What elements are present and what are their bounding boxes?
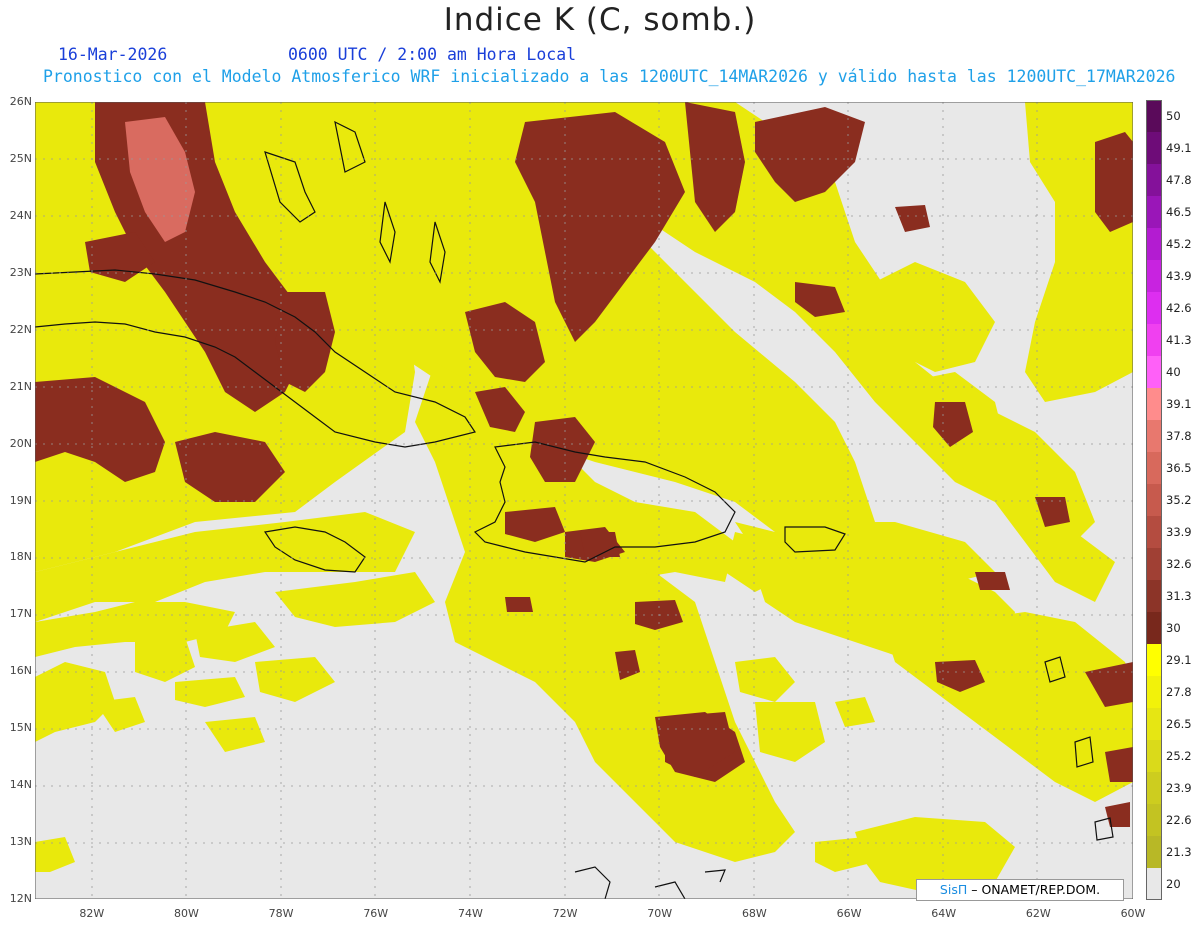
colorbar-level-label: 41.3 <box>1166 333 1192 347</box>
colorbar-level-label: 27.8 <box>1166 685 1192 699</box>
colorbar-level-label: 23.9 <box>1166 781 1192 795</box>
lat-label: 12N <box>9 892 32 905</box>
lon-label: 66W <box>836 907 862 920</box>
colorbar-level-label: 36.5 <box>1166 461 1192 475</box>
colorbar-level-label: 46.5 <box>1166 205 1192 219</box>
lon-label: 72W <box>552 907 578 920</box>
colorbar-swatch <box>1146 100 1162 133</box>
credit-org: – ONAMET/REP.DOM. <box>971 882 1101 897</box>
sispi-logo: SisΠ <box>939 882 968 897</box>
lat-label: 19N <box>9 493 32 507</box>
lat-label: 16N <box>9 664 32 678</box>
colorbar-swatch <box>1146 740 1162 773</box>
lon-label: 82W <box>79 907 105 920</box>
colorbar-swatch <box>1146 484 1162 517</box>
map-title: Indice K (C, somb.) <box>443 2 757 38</box>
lon-label: 70W <box>647 907 673 920</box>
colorbar-swatch <box>1146 708 1162 741</box>
lat-label: 21N <box>9 379 32 393</box>
colorbar-swatch <box>1146 516 1162 549</box>
colorbar-swatch <box>1146 868 1162 900</box>
colorbar-level-label: 50 <box>1166 109 1181 123</box>
colorbar-level-label: 49.1 <box>1166 141 1192 155</box>
colorbar-level-label: 40 <box>1166 365 1181 379</box>
colorbar-level-label: 42.6 <box>1166 301 1192 315</box>
colorbar-level-label: 20 <box>1166 877 1181 891</box>
colorbar-level-label: 35.2 <box>1166 493 1192 507</box>
credit-box: SisΠ – ONAMET/REP.DOM. <box>916 879 1124 901</box>
colorbar-swatch <box>1146 676 1162 709</box>
colorbar-swatch <box>1146 836 1162 869</box>
colorbar-level-label: 26.5 <box>1166 717 1192 731</box>
lon-label: 68W <box>741 907 767 920</box>
lon-label: 76W <box>363 907 389 920</box>
colorbar-level-label: 39.1 <box>1166 397 1192 411</box>
forecast-time: 0600 UTC / 2:00 am Hora Local <box>288 45 577 64</box>
lat-label: 15N <box>9 721 32 735</box>
colorbar-swatch <box>1146 292 1162 325</box>
colorbar-swatch <box>1146 260 1162 293</box>
lat-label: 18N <box>9 550 32 564</box>
colorbar-level-label: 31.3 <box>1166 589 1192 603</box>
lat-label: 20N <box>9 436 32 450</box>
colorbar-swatch <box>1146 612 1162 645</box>
colorbar-level-label: 29.1 <box>1166 653 1192 667</box>
colorbar-swatch <box>1146 644 1162 677</box>
lat-label: 23N <box>9 265 32 279</box>
colorbar-level-label: 21.3 <box>1166 845 1192 859</box>
lon-label: 78W <box>268 907 294 920</box>
lon-label: 64W <box>931 907 957 920</box>
colorbar-level-label: 33.9 <box>1166 525 1192 539</box>
colorbar-swatch <box>1146 356 1162 389</box>
colorbar-level-label: 30 <box>1166 621 1181 635</box>
lon-label: 74W <box>457 907 483 920</box>
colorbar-swatch <box>1146 388 1162 421</box>
lat-label: 25N <box>9 151 32 165</box>
colorbar-level-label: 32.6 <box>1166 557 1192 571</box>
colorbar-swatch <box>1146 772 1162 805</box>
forecast-description: Pronostico con el Modelo Atmosferico WRF… <box>43 67 1176 86</box>
colorbar-swatch <box>1146 420 1162 453</box>
lat-label: 17N <box>9 607 32 621</box>
colorbar-swatch <box>1146 452 1162 485</box>
colorbar-swatch <box>1146 580 1162 613</box>
forecast-date: 16-Mar-2026 <box>58 45 168 64</box>
lat-label: 22N <box>9 322 32 336</box>
k-index-map <box>35 102 1133 899</box>
colorbar-level-label: 22.6 <box>1166 813 1192 827</box>
lon-label: 60W <box>1120 907 1146 920</box>
colorbar-level-label: 25.2 <box>1166 749 1192 763</box>
lon-label: 80W <box>174 907 199 920</box>
colorbar-level-label: 37.8 <box>1166 429 1192 443</box>
colorbar-level-label: 43.9 <box>1166 269 1192 283</box>
colorbar-level-label: 45.2 <box>1166 237 1192 251</box>
colorbar-swatch <box>1146 132 1162 165</box>
lon-label: 62W <box>1025 907 1051 920</box>
lat-label: 24N <box>9 208 32 222</box>
lat-label: 26N <box>9 95 32 108</box>
colorbar-swatch <box>1146 324 1162 357</box>
colorbar-swatch <box>1146 164 1162 197</box>
colorbar-swatch <box>1146 804 1162 837</box>
colorbar <box>1146 100 1162 900</box>
colorbar-swatch <box>1146 548 1162 581</box>
colorbar-level-label: 47.8 <box>1166 173 1192 187</box>
colorbar-swatch <box>1146 196 1162 229</box>
colorbar-swatch <box>1146 228 1162 261</box>
lat-label: 13N <box>9 835 32 849</box>
lat-label: 14N <box>9 778 32 792</box>
